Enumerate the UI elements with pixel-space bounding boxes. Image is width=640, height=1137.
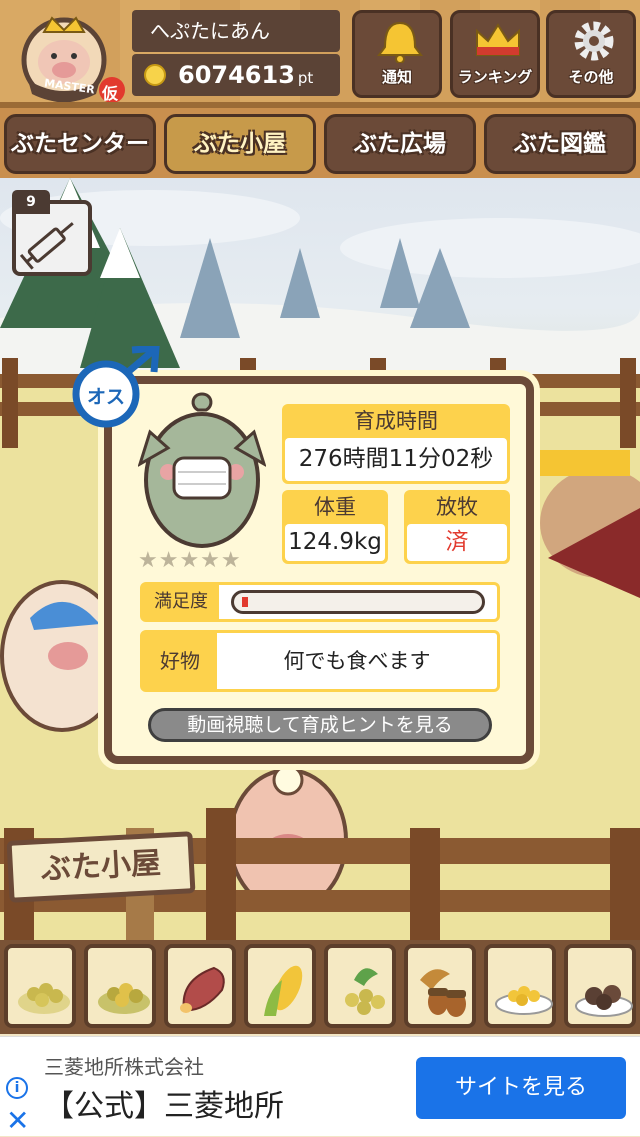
- syringe-icon: [19, 222, 74, 270]
- acorn-icon: [420, 969, 466, 1017]
- raising-time-label: 育成時間: [354, 409, 438, 433]
- tab-buta-zukan[interactable]: ぶた図鑑: [484, 114, 636, 174]
- satisfaction-fill: [242, 597, 248, 607]
- favorite-value: 何でも食べます: [283, 649, 431, 673]
- food-slot-8[interactable]: [564, 944, 636, 1028]
- rarity-stars: ★★★★★: [138, 548, 242, 573]
- watch-video-hint-button[interactable]: 動画視聴して育成ヒントを見る: [148, 708, 492, 742]
- weight-value: 124.9kg: [285, 524, 385, 561]
- satisfaction-bar: [231, 590, 485, 614]
- weight-label: 体重: [314, 495, 356, 519]
- ad-close-icon[interactable]: ✕: [6, 1107, 29, 1135]
- food-slot-2[interactable]: [84, 944, 156, 1028]
- other-button[interactable]: その他: [546, 10, 636, 98]
- food-bar: [0, 940, 640, 1034]
- points-unit: pt: [297, 69, 314, 87]
- satisfaction-label: 満足度: [143, 585, 219, 619]
- tab-buta-koya[interactable]: ぶた小屋: [164, 114, 316, 174]
- ad-banner[interactable]: i ✕ 三菱地所株式会社 【公式】三菱地所 サイトを見る: [0, 1036, 640, 1136]
- food-slot-7[interactable]: [484, 944, 556, 1028]
- corn-plate-icon: [495, 986, 553, 1015]
- meatballs-icon: [575, 985, 633, 1017]
- ranking-label: ランキング: [457, 68, 533, 86]
- points-value: 6074613: [178, 61, 295, 89]
- sweet-potato-icon: [180, 966, 225, 1013]
- soybeans-icon: [98, 983, 150, 1014]
- tab-buta-hiroba[interactable]: ぶた広場: [324, 114, 476, 174]
- soybeans-icon: [18, 983, 70, 1014]
- badge-mark: 仮: [102, 84, 119, 103]
- ad-info-icon[interactable]: i: [6, 1077, 28, 1099]
- top-header: MASTER 仮 へぷたにあん 6074613 pt 通知 ランキング その他: [0, 0, 640, 108]
- gender-label: オス: [86, 386, 125, 408]
- tab-buta-center[interactable]: ぶたセンター: [4, 114, 156, 174]
- weight-box: 体重 124.9kg: [282, 490, 388, 564]
- satisfaction-meter: 満足度: [140, 582, 500, 622]
- notification-label: 通知: [381, 68, 412, 86]
- user-name: へぷたにあん: [132, 10, 340, 52]
- grazing-label: 放牧: [436, 495, 478, 519]
- buta-koya-sign: ぶた小屋: [6, 831, 196, 903]
- syringe-item-button[interactable]: 9: [12, 190, 92, 276]
- nav-tabs: ぶたセンター ぶた小屋 ぶた広場 ぶた図鑑: [0, 108, 640, 178]
- grazing-value: 済: [407, 524, 507, 561]
- ad-cta-button[interactable]: サイトを見る: [416, 1057, 626, 1119]
- masked-pig-portrait: [137, 392, 267, 552]
- favorite-label: 好物: [143, 633, 217, 689]
- food-slot-3[interactable]: [164, 944, 236, 1028]
- food-slot-5[interactable]: [324, 944, 396, 1028]
- coin-icon: [144, 64, 166, 86]
- raising-time-box: 育成時間 276時間11分02秒: [282, 404, 510, 484]
- grazing-box: 放牧 済: [404, 490, 510, 564]
- food-slot-4[interactable]: [244, 944, 316, 1028]
- gear-icon: [574, 21, 614, 61]
- points-display: 6074613 pt: [132, 54, 340, 96]
- turnip-icon: [345, 968, 385, 1015]
- corn-icon: [264, 965, 303, 1016]
- other-label: その他: [568, 68, 614, 86]
- ad-headline[interactable]: 【公式】三菱地所: [44, 1081, 284, 1125]
- crown-icon: [476, 23, 520, 56]
- food-slot-6[interactable]: [404, 944, 476, 1028]
- raising-time-value: 276時間11分02秒: [285, 438, 507, 481]
- food-slot-1[interactable]: [4, 944, 76, 1028]
- notification-button[interactable]: 通知: [352, 10, 442, 98]
- favorite-food-box: 好物 何でも食べます: [140, 630, 500, 692]
- ad-advertiser: 三菱地所株式会社: [44, 1055, 204, 1079]
- bell-icon: [377, 21, 423, 63]
- ranking-button[interactable]: ランキング: [450, 10, 540, 98]
- master-badge[interactable]: MASTER 仮: [14, 10, 126, 104]
